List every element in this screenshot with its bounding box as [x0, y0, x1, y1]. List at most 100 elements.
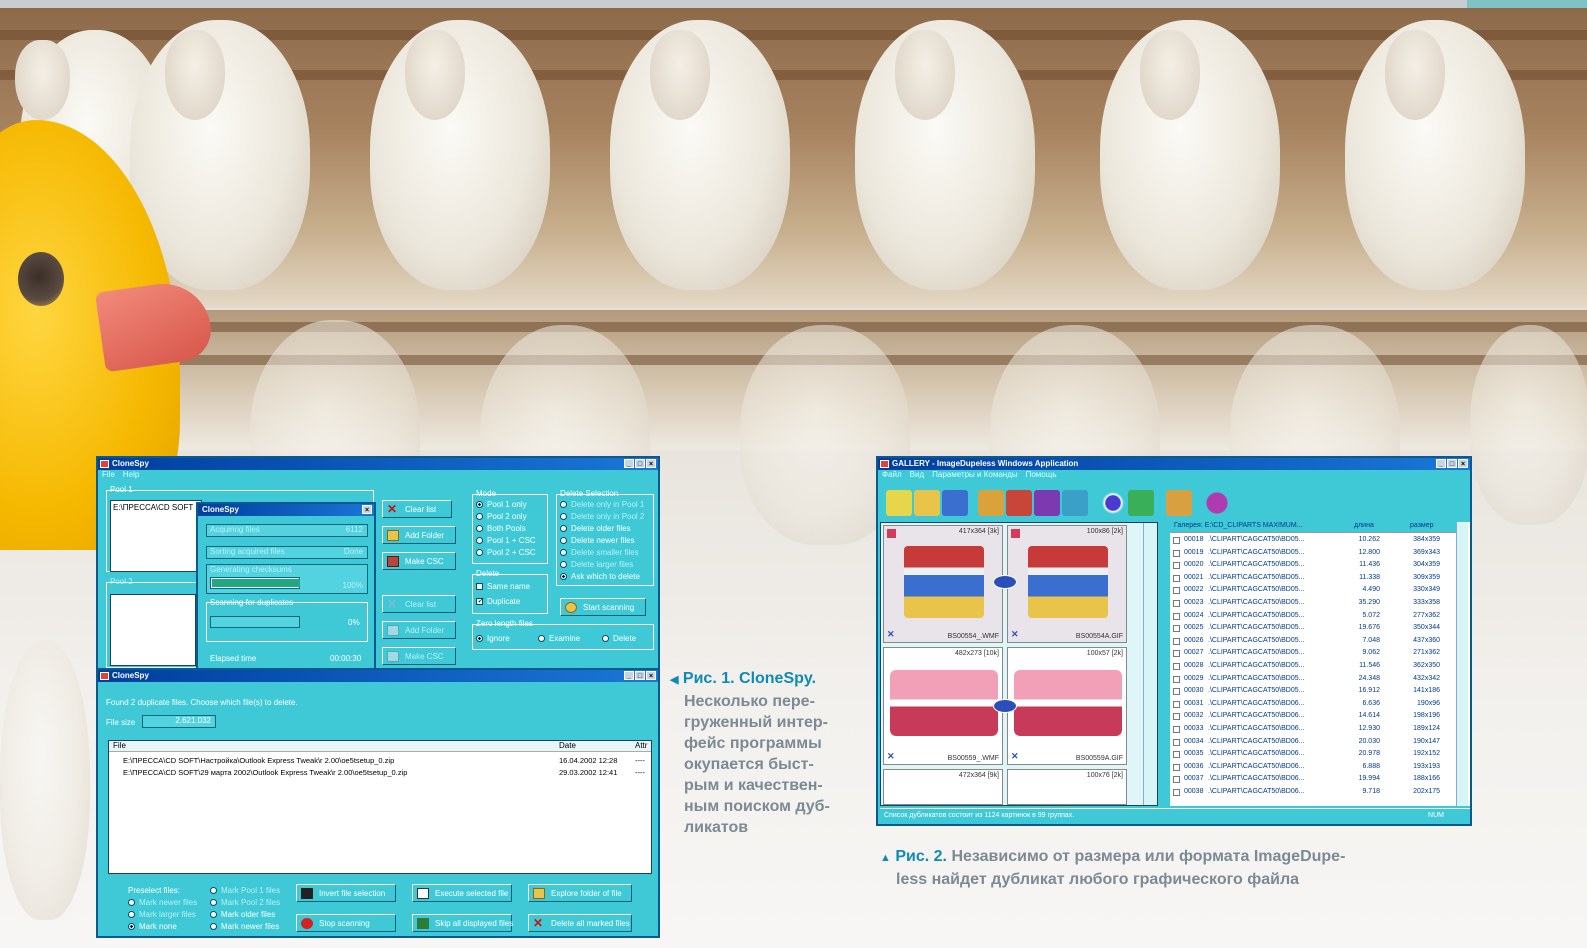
open-folder-icon[interactable]: [914, 490, 940, 516]
thumbnail[interactable]: 100x86 [2k] ✕ BS00554A.GIF: [1007, 525, 1127, 643]
stop-scanning-button[interactable]: Stop scanning: [296, 914, 396, 932]
swap-icon[interactable]: [1062, 490, 1088, 516]
table-row[interactable]: 00030 .\CLIPART\CAGCAT50\BD05... 16.912 141…: [1170, 686, 1470, 697]
table-row[interactable]: 00036 .\CLIPART\CAGCAT50\BD06... 6.888 193x…: [1170, 762, 1470, 773]
maximize-button[interactable]: □: [635, 459, 645, 468]
start-scanning-button[interactable]: Start scanning: [560, 598, 646, 616]
row-checkbox[interactable]: [1173, 637, 1180, 645]
delete-newer-radio[interactable]: Delete newer files: [560, 536, 635, 545]
skip-files-button[interactable]: Skip all displayed files: [412, 914, 513, 932]
row-checkbox[interactable]: [1173, 726, 1180, 733]
mark-newer-files-radio[interactable]: Mark newer files: [128, 898, 197, 907]
mode-pool2-csc-radio[interactable]: Pool 2 + CSC: [476, 548, 536, 557]
table-row[interactable]: 00025 .\CLIPART\CAGCAT50\BD05... 19.676 350…: [1170, 623, 1470, 634]
books-icon[interactable]: [1006, 490, 1032, 516]
table-row[interactable]: 00033 .\CLIPART\CAGCAT50\BD06... 12.930 189…: [1170, 724, 1470, 735]
zero-examine-radio[interactable]: Examine: [538, 634, 580, 643]
table-row[interactable]: 00021 .\CLIPART\CAGCAT50\BD05... 11.338 309…: [1170, 573, 1470, 584]
col-file[interactable]: File: [113, 741, 126, 750]
thumbnail[interactable]: 100x76 [2k]: [1007, 769, 1127, 805]
minimize-button[interactable]: _: [1436, 459, 1446, 468]
gallery-icon[interactable]: [978, 490, 1004, 516]
row-checkbox[interactable]: [1173, 763, 1180, 771]
mode-both-pools-radio[interactable]: Both Pools: [476, 524, 526, 533]
clear-list-button[interactable]: ✕ Clear list: [382, 500, 452, 518]
pool1-item[interactable]: E:\ПРЕССА\CD SOFT: [113, 503, 193, 512]
record-icon[interactable]: [1100, 490, 1126, 516]
thumbnails-scrollbar[interactable]: [1143, 523, 1157, 805]
zero-delete-radio[interactable]: Delete: [602, 634, 636, 643]
row-checkbox[interactable]: [1173, 663, 1180, 670]
mode-pool1-only-radio[interactable]: Pool 1 only: [476, 500, 527, 509]
thumbnail[interactable]: 417x364 [3k] ✕ BS00554_.WMF: [883, 525, 1003, 643]
table-row[interactable]: E:\ПРЕССА\CD SOFT\Настройка\Outlook Expr…: [109, 756, 651, 767]
table-row[interactable]: 00031 .\CLIPART\CAGCAT50\BD06... 6.636 190x…: [1170, 699, 1470, 710]
maximize-button[interactable]: □: [635, 671, 645, 680]
grid-view-icon[interactable]: [886, 490, 912, 516]
row-checkbox[interactable]: [1173, 738, 1180, 746]
table-scrollbar[interactable]: [1456, 522, 1468, 806]
table-row[interactable]: E:\ПРЕССА\CD SOFT\29 марта 2002\Outlook …: [109, 768, 651, 779]
table-row[interactable]: 00032 .\CLIPART\CAGCAT50\BD06... 14.614 198…: [1170, 711, 1470, 722]
clear-list-pool2-button[interactable]: ✕ Clear list: [382, 595, 456, 613]
col-length[interactable]: длина: [1354, 522, 1374, 529]
col-attr[interactable]: Attr: [635, 741, 647, 750]
close-button[interactable]: ×: [646, 671, 656, 680]
thumbnail[interactable]: 472x364 [9k]: [883, 769, 1003, 805]
recycle-icon[interactable]: [1128, 490, 1154, 516]
row-checkbox[interactable]: [1173, 700, 1180, 708]
menu-file[interactable]: Файл: [882, 470, 902, 481]
table-row[interactable]: 00038 .\CLIPART\CAGCAT50\BD06... 9.718 202x…: [1170, 787, 1470, 798]
row-checkbox[interactable]: [1173, 562, 1180, 570]
table-row[interactable]: 00024 .\CLIPART\CAGCAT50\BD05... 5.072 277x…: [1170, 611, 1470, 622]
delete-larger-radio[interactable]: Delete larger files: [560, 560, 633, 569]
delete-older-radio[interactable]: Delete older files: [560, 524, 631, 533]
menu-file[interactable]: File: [102, 470, 115, 481]
row-checkbox[interactable]: [1173, 776, 1180, 784]
mode-pool2-only-radio[interactable]: Pool 2 only: [476, 512, 527, 521]
table-row[interactable]: 00018 .\CLIPART\CAGCAT50\BD05... 10.262 384…: [1170, 535, 1470, 546]
help-icon[interactable]: [1204, 490, 1230, 516]
menu-options[interactable]: Параметры и Команды: [932, 470, 1017, 481]
close-button[interactable]: ×: [646, 459, 656, 468]
add-folder-button[interactable]: Add Folder: [382, 526, 456, 544]
ask-which-delete-radio[interactable]: Ask which to delete: [560, 572, 640, 581]
table-row[interactable]: 00037 .\CLIPART\CAGCAT50\BD06... 19.994 188…: [1170, 774, 1470, 785]
delete-smaller-radio[interactable]: Delete smaller files: [560, 548, 639, 557]
row-checkbox[interactable]: [1173, 650, 1180, 658]
zero-ignore-radio[interactable]: Ignore: [476, 634, 510, 643]
mark-none-radio[interactable]: Mark none: [128, 922, 177, 931]
mode-pool1-csc-radio[interactable]: Pool 1 + CSC: [476, 536, 536, 545]
minimize-button[interactable]: _: [624, 671, 634, 680]
menu-help[interactable]: Помощь: [1026, 470, 1057, 481]
row-checkbox[interactable]: [1173, 688, 1180, 696]
row-checkbox[interactable]: [1173, 713, 1180, 721]
execute-file-button[interactable]: Execute selected file: [412, 884, 512, 902]
mark-newer-files2-radio[interactable]: Mark newer files: [210, 922, 279, 931]
close-button[interactable]: ×: [362, 505, 372, 514]
row-checkbox[interactable]: [1173, 625, 1180, 633]
same-name-checkbox[interactable]: Same name: [476, 582, 530, 591]
make-csc-pool2-button[interactable]: Make CSC: [382, 647, 456, 665]
download-icon[interactable]: [942, 490, 968, 516]
delete-only-pool2-radio[interactable]: Delete only in Pool 2: [560, 512, 644, 521]
table-row[interactable]: 00034 .\CLIPART\CAGCAT50\BD06... 20.030 190…: [1170, 737, 1470, 748]
col-size[interactable]: размер: [1410, 522, 1434, 529]
row-checkbox[interactable]: [1173, 574, 1180, 582]
col-gallery[interactable]: Галерея: E:\CD_CLIPARTS MAXIMUM...: [1174, 522, 1303, 529]
mark-pool2-files-radio[interactable]: Mark Pool 2 files: [210, 898, 280, 907]
thumbnail[interactable]: 482x273 [10k] ✕ BS00559_.WMF: [883, 647, 1003, 765]
table-row[interactable]: 00028 .\CLIPART\CAGCAT50\BD05... 11.546 362…: [1170, 661, 1470, 672]
delete-only-pool1-radio[interactable]: Delete only in Pool 1: [560, 500, 644, 509]
col-date[interactable]: Date: [559, 741, 576, 750]
row-checkbox[interactable]: [1173, 789, 1180, 796]
table-row[interactable]: 00027 .\CLIPART\CAGCAT50\BD05... 9.062 271x…: [1170, 648, 1470, 659]
maximize-button[interactable]: □: [1447, 459, 1457, 468]
mark-larger-files-radio[interactable]: Mark larger files: [128, 910, 196, 919]
pool1-list[interactable]: E:\ПРЕССА\CD SOFT: [110, 500, 202, 572]
mark-older-files-radio[interactable]: Mark older files: [210, 910, 275, 919]
table-row[interactable]: 00029 .\CLIPART\CAGCAT50\BD05... 24.348 432…: [1170, 674, 1470, 685]
scissors-icon[interactable]: [1166, 490, 1192, 516]
row-checkbox[interactable]: [1173, 600, 1180, 607]
row-checkbox[interactable]: [1173, 549, 1180, 557]
